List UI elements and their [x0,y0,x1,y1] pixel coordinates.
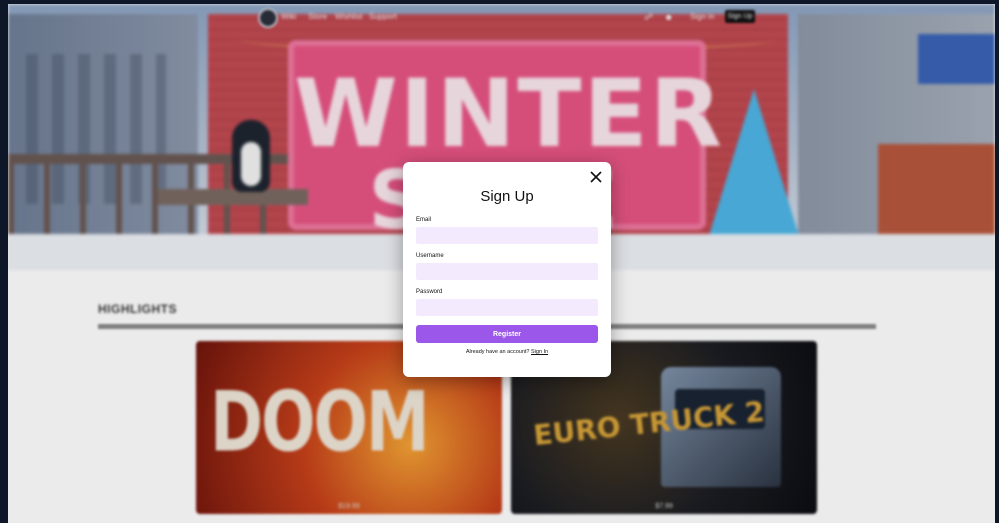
modal-title: Sign Up [480,188,534,205]
sign-in-prompt-row: Already have an account? Sign In [403,349,611,355]
email-label: Email [416,217,432,223]
username-field[interactable] [416,263,598,280]
email-field[interactable] [416,227,598,244]
close-icon[interactable] [589,170,603,184]
sign-in-prompt: Already have an account? [465,349,530,355]
username-label: Username [416,253,444,259]
register-button[interactable]: Register [416,325,598,343]
sign-in-link[interactable]: Sign In [531,349,548,355]
password-field[interactable] [416,299,598,316]
password-label: Password [416,289,443,295]
sign-up-modal: Sign Up Email Username Password Register… [403,162,611,377]
